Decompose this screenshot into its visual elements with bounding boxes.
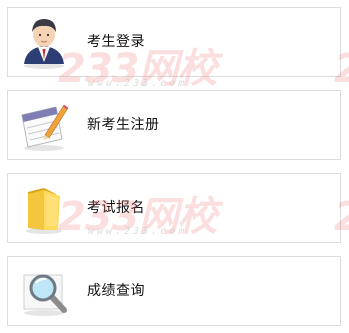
user-avatar-icon xyxy=(16,14,72,70)
register-label: 新考生注册 xyxy=(87,117,160,133)
watermark-url: www.233.com xyxy=(88,78,188,89)
register-card[interactable]: 新考生注册 xyxy=(7,90,341,160)
exam-signup-card[interactable]: 考试报名 xyxy=(7,173,341,243)
notepad-pencil-icon xyxy=(16,97,72,153)
magnifier-icon xyxy=(16,263,72,319)
score-query-card[interactable]: 成绩查询 xyxy=(7,256,341,326)
exam-signup-label: 考试报名 xyxy=(87,200,145,216)
login-label: 考生登录 xyxy=(87,34,145,50)
score-query-label: 成绩查询 xyxy=(87,283,145,299)
folder-icon xyxy=(16,180,72,236)
login-card[interactable]: 考生登录 xyxy=(7,7,341,77)
